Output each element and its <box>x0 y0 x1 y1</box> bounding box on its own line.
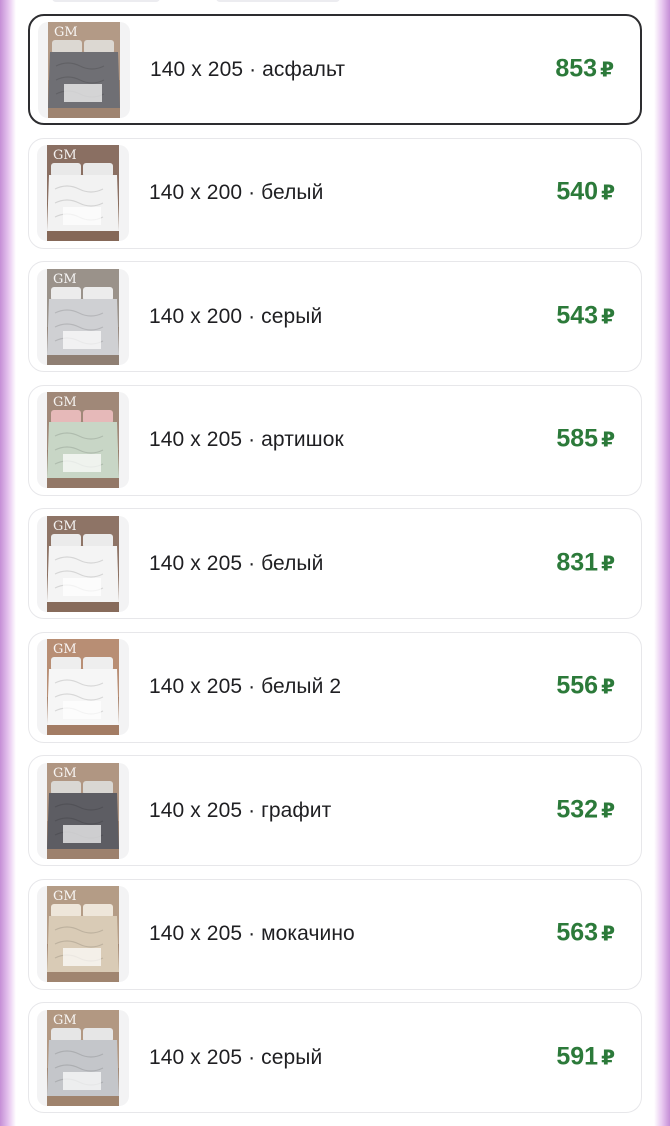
price-amount: 831 <box>556 547 599 576</box>
svg-text:GM: GM <box>53 1013 77 1028</box>
previous-card-edge <box>216 0 340 2</box>
variant-card[interactable]: GM 140 x 205 · белый 2 556 ₽ <box>28 631 642 743</box>
variant-thumbnail: GM <box>37 145 129 241</box>
variant-thumbnail: GM <box>37 268 129 365</box>
variant-thumbnail: GM <box>37 1009 129 1106</box>
variant-thumbnail: GM <box>38 21 130 118</box>
blanket-photo-icon: GM <box>47 1009 119 1106</box>
variant-thumbnail: GM <box>37 639 129 735</box>
variant-thumbnail: GM <box>37 515 129 612</box>
variant-price: 543 ₽ <box>556 301 615 330</box>
variant-card[interactable]: GM 140 x 205 · графит 532 ₽ <box>28 755 642 866</box>
variant-price: 853 ₽ <box>555 54 614 83</box>
variant-card[interactable]: GM 140 x 205 · белый 831 ₽ <box>28 508 642 619</box>
ruble-icon: ₽ <box>601 429 615 452</box>
variant-thumbnail: GM <box>37 392 129 488</box>
price-amount: 556 <box>556 671 599 700</box>
variant-price: 556 ₽ <box>556 671 615 700</box>
ruble-icon: ₽ <box>601 676 615 699</box>
price-amount: 585 <box>556 424 599 453</box>
ruble-icon: ₽ <box>600 58 614 81</box>
variant-card[interactable]: GM 140 x 205 · серый 591 ₽ <box>28 1002 642 1113</box>
ruble-icon: ₽ <box>601 1046 615 1069</box>
ruble-icon: ₽ <box>601 182 615 205</box>
blanket-photo-icon: GM <box>47 268 119 365</box>
blanket-photo-icon: GM <box>47 639 119 735</box>
previous-card-edge <box>52 0 160 2</box>
variant-thumbnail: GM <box>37 886 129 982</box>
variant-card[interactable]: GM 140 x 205 · артишок 585 ₽ <box>28 384 642 496</box>
price-amount: 532 <box>556 794 599 823</box>
price-amount: 563 <box>556 918 599 947</box>
blanket-photo-icon: GM <box>47 145 119 241</box>
ruble-icon: ₽ <box>601 799 615 822</box>
variant-price: 591 ₽ <box>556 1042 615 1071</box>
blanket-photo-icon: GM <box>47 515 119 612</box>
variant-card[interactable]: GM 140 x 205 · асфальт 853 ₽ <box>28 14 642 125</box>
variant-thumbnail: GM <box>37 762 129 859</box>
variant-list: GM 140 x 205 · асфальт 853 ₽ GM 140 x 200 · б… <box>28 14 642 1126</box>
variant-price: 532 ₽ <box>556 795 615 824</box>
svg-text:GM: GM <box>53 148 77 163</box>
price-amount: 540 <box>556 177 599 206</box>
variant-price: 563 ₽ <box>556 918 615 947</box>
ruble-icon: ₽ <box>601 552 615 575</box>
blanket-photo-icon: GM <box>47 762 119 859</box>
svg-text:GM: GM <box>53 642 77 657</box>
svg-text:GM: GM <box>53 272 77 287</box>
variant-price: 831 ₽ <box>556 548 615 577</box>
ruble-icon: ₽ <box>601 305 615 328</box>
variant-price: 585 ₽ <box>556 424 615 453</box>
blanket-photo-icon: GM <box>48 21 120 118</box>
price-amount: 853 <box>555 53 598 82</box>
price-amount: 543 <box>556 300 599 329</box>
blanket-photo-icon: GM <box>47 392 119 488</box>
svg-text:GM: GM <box>53 519 77 534</box>
variant-card[interactable]: GM 140 x 200 · белый 540 ₽ <box>28 137 642 249</box>
svg-text:GM: GM <box>53 889 77 904</box>
price-amount: 591 <box>556 1041 599 1070</box>
blanket-photo-icon: GM <box>47 886 119 982</box>
ruble-icon: ₽ <box>601 923 615 946</box>
variant-card[interactable]: GM 140 x 200 · серый 543 ₽ <box>28 261 642 372</box>
svg-text:GM: GM <box>53 766 77 781</box>
svg-text:GM: GM <box>53 395 77 410</box>
variant-price: 540 ₽ <box>556 177 615 206</box>
svg-text:GM: GM <box>54 25 78 40</box>
variant-card[interactable]: GM 140 x 205 · мокачино 563 ₽ <box>28 878 642 990</box>
